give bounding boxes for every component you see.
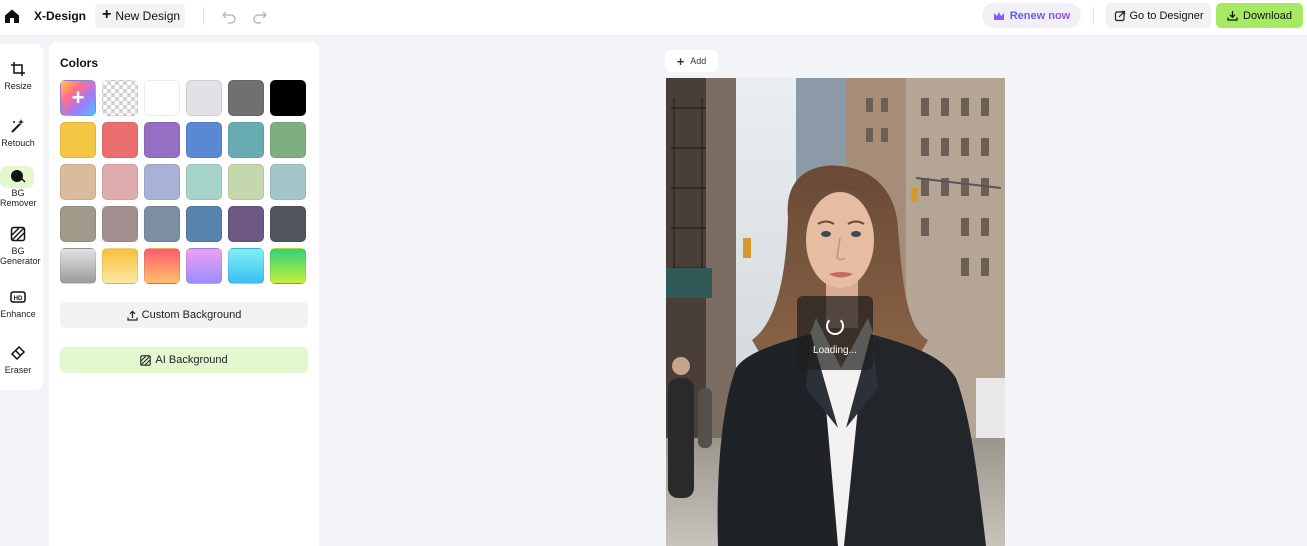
color-swatch[interactable] bbox=[60, 206, 96, 242]
color-swatch[interactable] bbox=[228, 206, 264, 242]
undo-icon[interactable] bbox=[221, 8, 237, 24]
go-to-designer-label: Go to Designer bbox=[1129, 9, 1204, 22]
custom-background-button[interactable]: Custom Background bbox=[60, 302, 308, 328]
tool-label: Retouch bbox=[1, 138, 35, 148]
loading-text: Loading... bbox=[813, 345, 857, 356]
tool-label: Enhance bbox=[0, 309, 36, 319]
tool-bg-remover[interactable]: BG Remover bbox=[0, 166, 37, 208]
new-design-button[interactable]: + New Design bbox=[95, 4, 185, 28]
ai-background-label: AI Background bbox=[155, 354, 228, 366]
color-swatch[interactable] bbox=[270, 164, 306, 200]
color-swatch[interactable] bbox=[270, 206, 306, 242]
color-swatch[interactable] bbox=[186, 248, 222, 284]
colors-panel: Colors + Custom Background AI Background bbox=[49, 42, 319, 546]
tool-label: Eraser bbox=[4, 365, 32, 375]
tool-label: BG bbox=[11, 188, 25, 198]
brand-name: X-Design bbox=[34, 9, 87, 23]
plus-icon: + bbox=[676, 53, 685, 69]
color-swatch[interactable] bbox=[186, 80, 222, 116]
tool-retouch[interactable]: Retouch bbox=[0, 118, 36, 148]
tool-resize[interactable]: Resize bbox=[0, 61, 36, 91]
eraser-icon bbox=[10, 345, 26, 361]
hatched-square-icon bbox=[140, 354, 152, 366]
tool-enhance[interactable]: HD Enhance bbox=[0, 289, 36, 319]
tool-rail: Resize Retouch BG Remover BG Generator H… bbox=[0, 44, 43, 390]
loading-overlay: Loading... bbox=[797, 296, 873, 370]
custom-background-label: Custom Background bbox=[141, 309, 242, 321]
divider bbox=[1093, 7, 1094, 25]
color-swatch[interactable] bbox=[228, 164, 264, 200]
color-swatch[interactable] bbox=[270, 248, 306, 284]
color-swatch[interactable] bbox=[228, 122, 264, 158]
renew-now-button[interactable]: Renew now bbox=[982, 3, 1081, 28]
spinner-icon bbox=[826, 317, 844, 335]
redo-icon[interactable] bbox=[252, 8, 268, 24]
hd-icon: HD bbox=[10, 291, 26, 303]
color-swatch[interactable] bbox=[144, 206, 180, 242]
top-bar: X-Design + New Design Renew now Go to De… bbox=[0, 0, 1307, 36]
add-page-button[interactable]: + Add bbox=[665, 50, 718, 72]
magic-wand-icon bbox=[11, 119, 24, 133]
upload-icon bbox=[127, 309, 138, 321]
tool-label: Remover bbox=[0, 198, 37, 208]
go-to-designer-button[interactable]: Go to Designer bbox=[1106, 3, 1211, 28]
add-label: Add bbox=[690, 56, 707, 66]
external-link-icon bbox=[1114, 10, 1125, 21]
plus-icon: + bbox=[102, 6, 112, 23]
tool-label: BG bbox=[11, 246, 25, 256]
color-swatch[interactable] bbox=[60, 164, 96, 200]
transparent-swatch[interactable] bbox=[102, 80, 138, 116]
color-swatch[interactable] bbox=[186, 164, 222, 200]
color-swatch[interactable] bbox=[144, 248, 180, 284]
color-swatch[interactable] bbox=[102, 206, 138, 242]
download-label: Download bbox=[1243, 9, 1292, 22]
tool-label: Generator bbox=[0, 256, 41, 266]
download-icon bbox=[1227, 11, 1238, 21]
color-swatch[interactable] bbox=[186, 122, 222, 158]
crop-icon bbox=[11, 62, 25, 76]
bg-remover-icon bbox=[11, 170, 26, 183]
hatched-square-icon bbox=[10, 226, 26, 242]
color-swatch[interactable] bbox=[102, 248, 138, 284]
color-swatch[interactable] bbox=[186, 206, 222, 242]
color-swatch[interactable] bbox=[144, 122, 180, 158]
color-swatch[interactable] bbox=[102, 164, 138, 200]
tool-bg-generator[interactable]: BG Generator bbox=[0, 226, 41, 266]
divider bbox=[203, 7, 204, 25]
home-icon[interactable] bbox=[3, 7, 21, 25]
svg-text:HD: HD bbox=[14, 296, 23, 302]
crown-icon bbox=[993, 11, 1004, 20]
renew-now-label: Renew now bbox=[1009, 9, 1071, 22]
color-swatch[interactable] bbox=[102, 122, 138, 158]
ai-background-button[interactable]: AI Background bbox=[60, 347, 308, 373]
color-swatch[interactable] bbox=[144, 80, 180, 116]
color-swatch[interactable] bbox=[228, 248, 264, 284]
color-swatch[interactable] bbox=[270, 80, 306, 116]
tool-label: Resize bbox=[4, 81, 32, 91]
color-swatch[interactable] bbox=[144, 164, 180, 200]
add-color-swatch[interactable]: + bbox=[60, 80, 96, 116]
download-button[interactable]: Download bbox=[1216, 3, 1303, 28]
color-swatch[interactable] bbox=[228, 80, 264, 116]
tool-eraser[interactable]: Eraser bbox=[0, 345, 36, 375]
color-swatch[interactable] bbox=[60, 248, 96, 284]
color-swatch[interactable] bbox=[60, 122, 96, 158]
new-design-label: New Design bbox=[115, 9, 181, 23]
panel-title: Colors bbox=[60, 56, 99, 70]
color-swatch[interactable] bbox=[270, 122, 306, 158]
